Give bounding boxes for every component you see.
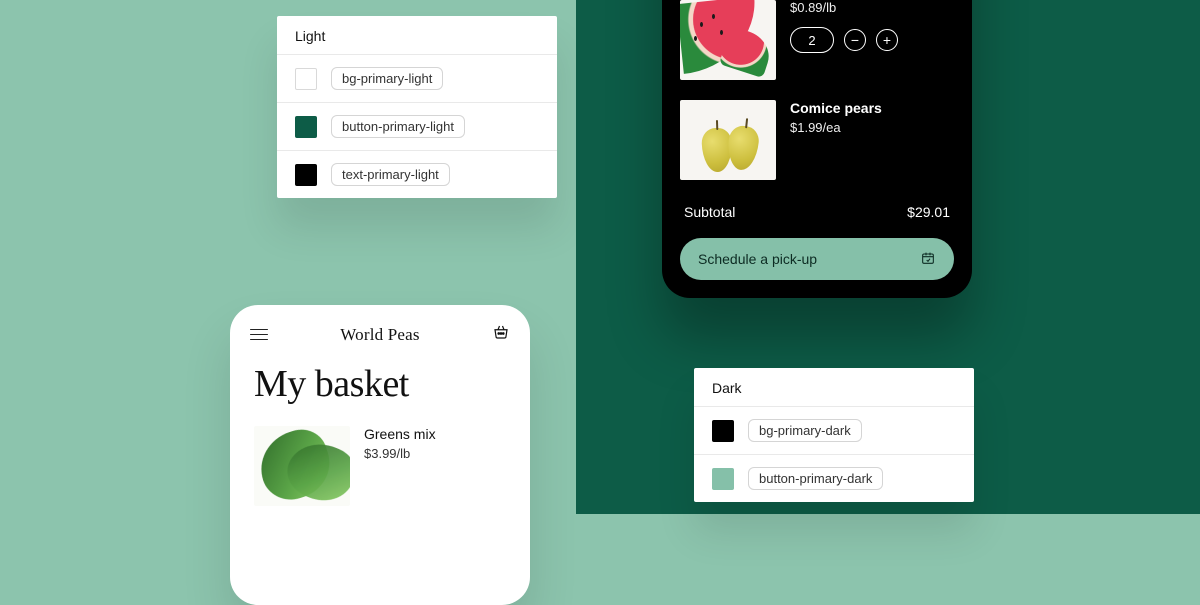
token-name: button-primary-dark [748,467,883,490]
quantity-decrease-button[interactable]: − [844,29,866,51]
subtotal-label: Subtotal [684,204,735,220]
style-tokens-card-dark: Dark bg-primary-dark button-primary-dark [694,368,974,502]
quantity-value[interactable]: 2 [790,27,834,53]
product-price: $3.99/lb [364,446,436,461]
card-title: Dark [694,368,974,406]
product-name: Greens mix [364,426,436,442]
product-thumbnail-watermelon [680,0,776,80]
token-name: bg-primary-light [331,67,443,90]
color-swatch [295,116,317,138]
page-title: My basket [230,352,530,420]
card-title: Light [277,16,557,54]
token-row: text-primary-light [277,150,557,198]
subtotal-row: Subtotal $29.01 [662,190,972,234]
style-tokens-card-light: Light bg-primary-light button-primary-li… [277,16,557,198]
color-swatch [712,468,734,490]
subtotal-value: $29.01 [907,204,950,220]
menu-icon[interactable] [250,329,268,341]
product-thumbnail-greens [254,426,350,506]
brand-name: World Peas [340,325,419,345]
calendar-icon [920,250,936,269]
product-thumbnail-pears [680,100,776,180]
phone-mock-light: World Peas My basket Greens mix $3.99/lb [230,305,530,605]
product-name: Comice pears [790,100,882,116]
color-swatch [295,68,317,90]
product-price: $1.99/ea [790,120,882,135]
phone-mock-dark: $0.89/lb 2 − + Comice pears $1.99/ea Sub… [662,0,972,298]
token-name: bg-primary-dark [748,419,862,442]
token-row: button-primary-light [277,102,557,150]
basket-icon[interactable] [492,323,510,346]
quantity-increase-button[interactable]: + [876,29,898,51]
basket-item: Greens mix $3.99/lb [230,420,530,512]
token-row: bg-primary-dark [694,406,974,454]
token-row: bg-primary-light [277,54,557,102]
token-name: button-primary-light [331,115,465,138]
token-name: text-primary-light [331,163,450,186]
product-price: $0.89/lb [790,0,898,15]
basket-item: $0.89/lb 2 − + [662,0,972,90]
cta-label: Schedule a pick-up [698,251,817,267]
token-row: button-primary-dark [694,454,974,502]
schedule-pickup-button[interactable]: Schedule a pick-up [680,238,954,280]
basket-item: Comice pears $1.99/ea [662,90,972,190]
color-swatch [712,420,734,442]
color-swatch [295,164,317,186]
